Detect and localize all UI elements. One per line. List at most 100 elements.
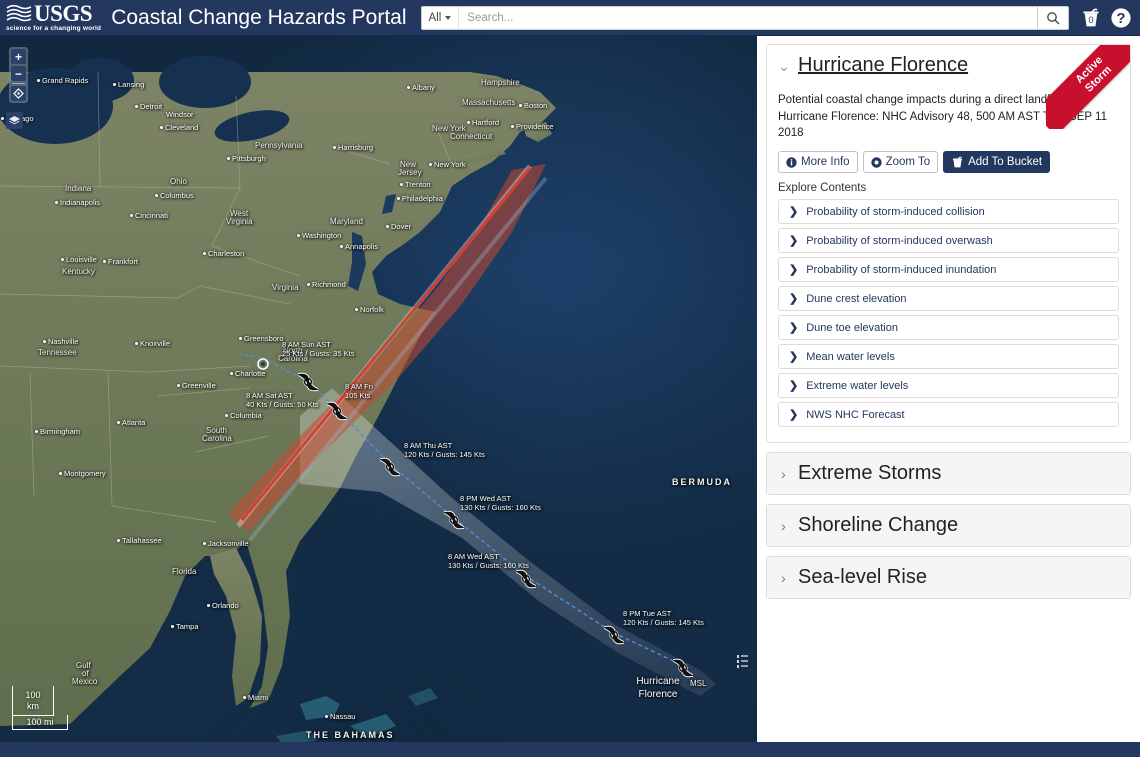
city-dot (511, 125, 514, 128)
chevron-right-icon: ❯ (789, 351, 799, 364)
storm-description: Potential coastal change impacts during … (778, 94, 1107, 140)
svg-text:?: ? (1116, 10, 1125, 27)
layer-item[interactable]: ❯ NWS NHC Forecast (778, 402, 1119, 428)
zoom-in-button[interactable]: + (11, 49, 26, 64)
add-to-bucket-button[interactable]: Add To Bucket (943, 151, 1051, 174)
storm-name-label: Hurricane Florence (636, 676, 680, 700)
bucket-icon (953, 156, 963, 168)
map-zoom-controls: + − (9, 47, 28, 103)
section-header-shoreline-change[interactable]: › Shoreline Change (767, 505, 1130, 547)
section-title: Extreme Storms (798, 462, 942, 485)
legend-swatch (737, 654, 740, 658)
basemap-layers-icon (9, 116, 20, 125)
basemap-layers-button[interactable] (6, 112, 23, 129)
layer-item[interactable]: ❯ Mean water levels (778, 344, 1119, 370)
city-dot (117, 539, 120, 542)
city-dot (340, 245, 343, 248)
city-dot (1, 117, 4, 120)
legend-button[interactable] (735, 650, 750, 672)
layer-item-label: Dune toe elevation (806, 321, 898, 334)
section-header-extreme-storms[interactable]: › Extreme Storms (767, 453, 1130, 495)
explore-contents-label: Explore Contents (778, 182, 867, 195)
legend-row (737, 664, 748, 668)
zoom-out-button[interactable]: − (11, 66, 26, 81)
city-dot (117, 421, 120, 424)
zoom-to-button[interactable]: Zoom To (862, 151, 939, 174)
legend-row (737, 659, 748, 663)
search-button[interactable] (1037, 5, 1069, 30)
section-hurricane-florence: ⌄ Hurricane Florence Active Storm Potent… (766, 44, 1131, 444)
city-dot (61, 258, 64, 261)
section-header-sea-level-rise[interactable]: › Sea-level Rise (767, 557, 1130, 599)
layer-item[interactable]: ❯ Probability of storm-induced overwash (778, 228, 1119, 254)
city-dot (171, 625, 174, 628)
section-title: Hurricane Florence (798, 54, 969, 76)
usgs-logo: USGS science for a changing world (6, 2, 101, 33)
section-shoreline-change: › Shoreline Change (766, 504, 1131, 548)
layer-item-label: Dune crest elevation (806, 292, 907, 305)
hurricane-symbol-icon (516, 569, 536, 589)
layer-item[interactable]: ❯ Dune toe elevation (778, 315, 1119, 341)
section-title: Sea-level Rise (798, 566, 927, 589)
city-dot (135, 342, 138, 345)
legend-swatch (737, 659, 740, 663)
city-dot (429, 163, 432, 166)
header-icon-group: 0 ? (1079, 6, 1132, 30)
city-dot (467, 121, 470, 124)
hurricane-symbol-icon (673, 658, 693, 678)
usgs-wave-icon (6, 4, 32, 22)
map-landmass-layer (0, 56, 716, 742)
city-dot (239, 337, 242, 340)
layer-item[interactable]: ❯ Probability of storm-induced inundation (778, 257, 1119, 283)
city-dot (207, 604, 210, 607)
city-dot (400, 183, 403, 186)
zoom-to-label: Zoom To (885, 156, 931, 169)
layer-item[interactable]: ❯ Extreme water levels (778, 373, 1119, 399)
help-button[interactable]: ? (1110, 7, 1132, 29)
chevron-right-icon: ❯ (789, 380, 799, 393)
bucket-button[interactable]: 0 (1079, 6, 1103, 30)
map-view[interactable]: Grand RapidsLansingDetroitWindsorChicago… (0, 36, 757, 742)
usgs-wordmark: USGS (34, 1, 93, 27)
more-info-button[interactable]: More Info (778, 151, 858, 174)
city-dot (59, 472, 62, 475)
legend-row (737, 654, 748, 658)
city-dot (355, 308, 358, 311)
layer-item[interactable]: ❯ Dune crest elevation (778, 286, 1119, 312)
zoom-divider (12, 83, 25, 84)
hurricane-symbol-icon (380, 457, 400, 477)
legend-swatch (737, 664, 740, 668)
help-icon: ? (1111, 7, 1131, 28)
city-dot (203, 252, 206, 255)
layer-item[interactable]: ❯ Probability of storm-induced collision (778, 199, 1119, 225)
usgs-tagline: science for a changing world (6, 25, 102, 33)
legend-line (741, 655, 748, 657)
chevron-down-icon: ⌄ (778, 57, 790, 74)
search-input[interactable] (458, 5, 1037, 30)
info-icon (786, 157, 797, 168)
section-title: Shoreline Change (798, 514, 959, 537)
layer-item-label: Probability of storm-induced inundation (806, 263, 997, 276)
city-dot (37, 79, 40, 82)
locate-button[interactable] (11, 86, 26, 101)
search-scope-dropdown[interactable]: All (420, 5, 459, 30)
add-to-bucket-label: Add To Bucket (968, 156, 1043, 169)
section-header-hurricane-florence[interactable]: ⌄ Hurricane Florence Active Storm (767, 45, 1130, 129)
city-dot (130, 214, 133, 217)
hurricane-symbol-icon (604, 625, 624, 645)
bucket-count: 0 (1088, 15, 1093, 25)
city-dot (386, 225, 389, 228)
layer-item-label: Probability of storm-induced overwash (806, 234, 993, 247)
city-dot (55, 201, 58, 204)
section-sea-level-rise: › Sea-level Rise (766, 556, 1131, 600)
contents-side-panel: ⌄ Hurricane Florence Active Storm Potent… (757, 36, 1140, 742)
app-header: USGS science for a changing world Coasta… (0, 0, 1140, 36)
action-button-row: More Info Zoom To Add To Bucket (778, 151, 1119, 174)
layer-item-label: Mean water levels (806, 350, 895, 363)
chevron-right-icon: ❯ (789, 264, 799, 277)
chevron-right-icon: ❯ (789, 409, 799, 422)
legend-line (741, 665, 748, 667)
hurricane-symbol-icon (298, 372, 318, 392)
city-dot (43, 340, 46, 343)
city-dot (103, 260, 106, 263)
